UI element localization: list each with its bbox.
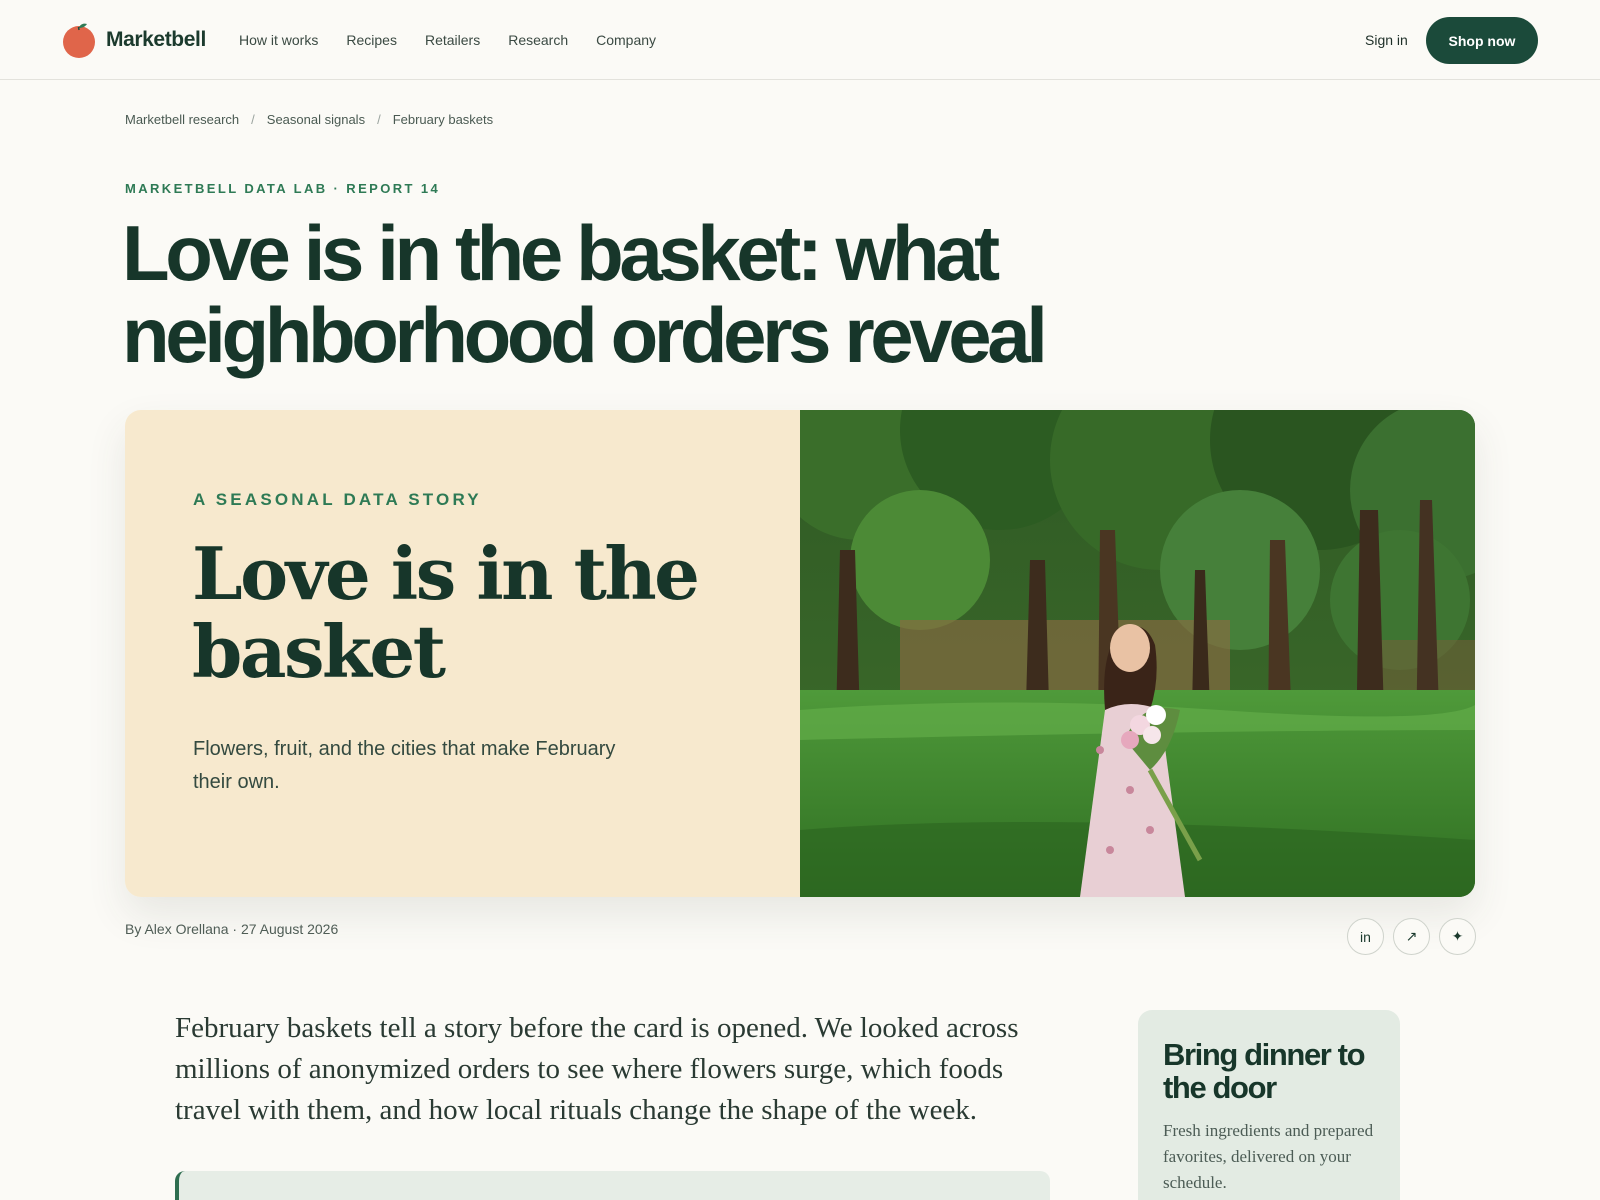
breadcrumb-separator: /	[251, 112, 255, 127]
promo-title: Bring dinner to the door	[1163, 1037, 1366, 1105]
main-nav: How it works Recipes Retailers Research …	[239, 29, 684, 51]
breadcrumb-item-seasonal-signals[interactable]: Seasonal signals	[267, 112, 365, 127]
nav-retailers[interactable]: Retailers	[425, 29, 480, 51]
article-eyebrow: MARKETBELL DATA LAB · REPORT 14	[125, 181, 441, 196]
brand-home-link[interactable]: Marketbell	[62, 20, 206, 60]
share-sparkle-button[interactable]: ✦	[1439, 918, 1476, 955]
nav-company[interactable]: Company	[596, 29, 656, 51]
article-lede: February baskets tell a story before the…	[175, 1012, 1019, 1126]
promo-card[interactable]: Bring dinner to the door Fresh ingredien…	[1138, 1010, 1400, 1200]
top-navigation: Marketbell How it works Recipes Retailer…	[0, 0, 1600, 80]
hero-title: Love is in the basket	[192, 531, 700, 694]
hero-kicker: A SEASONAL DATA STORY	[193, 490, 482, 509]
park-photo-woman-with-bouquet-icon	[800, 410, 1475, 897]
brand-name: Marketbell	[106, 28, 206, 51]
share-link-button[interactable]: ↗	[1393, 918, 1430, 955]
hero-photo	[800, 410, 1475, 897]
nav-recipes[interactable]: Recipes	[346, 29, 397, 51]
hero-text-panel: A SEASONAL DATA STORY Love is in the bas…	[125, 410, 800, 897]
article-byline: By Alex Orellana · 27 August 2026	[125, 921, 339, 937]
share-linkedin-button[interactable]: in	[1347, 918, 1384, 955]
breadcrumb-separator: /	[377, 112, 381, 127]
promo-text: Fresh ingredients and prepared favorites…	[1163, 1121, 1374, 1192]
tomato-logo-icon	[62, 22, 96, 58]
sign-in-link[interactable]: Sign in	[1365, 29, 1408, 51]
article-callout-box	[175, 1171, 1050, 1200]
nav-how-it-works[interactable]: How it works	[239, 29, 318, 51]
sparkle-icon: ✦	[1451, 928, 1464, 944]
breadcrumb-item-research[interactable]: Marketbell research	[125, 112, 239, 127]
shop-now-button[interactable]: Shop now	[1426, 17, 1538, 64]
nav-research[interactable]: Research	[508, 29, 568, 51]
breadcrumb: Marketbell research / Seasonal signals /…	[125, 112, 493, 127]
page-title: Love is in the basket: what neighborhood…	[122, 209, 1048, 379]
external-link-icon: ↗	[1405, 928, 1418, 944]
linkedin-icon: in	[1360, 928, 1371, 945]
breadcrumb-item-february-baskets: February baskets	[392, 112, 494, 127]
hero-subtitle: Flowers, fruit, and the cities that make…	[193, 738, 616, 793]
hero-card: A SEASONAL DATA STORY Love is in the bas…	[125, 410, 1475, 897]
